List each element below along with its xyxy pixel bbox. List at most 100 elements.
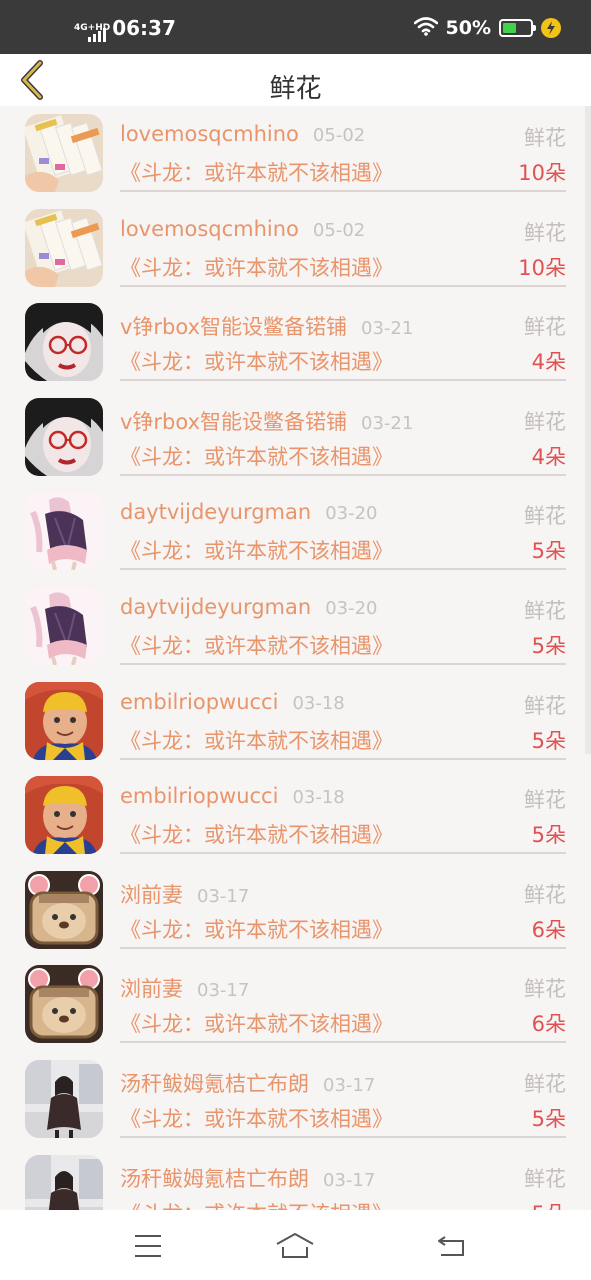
charging-icon: [541, 18, 561, 38]
avatar[interactable]: [25, 492, 103, 571]
avatar[interactable]: [25, 870, 103, 949]
book-title[interactable]: 《斗龙：或许本就不该相遇》: [120, 630, 393, 660]
avatar[interactable]: [25, 208, 103, 287]
book-title[interactable]: 《斗龙：或许本就不该相遇》: [120, 1008, 393, 1038]
item-date: 03-20: [325, 598, 378, 619]
user-name[interactable]: lovemosqcmhino 05-02: [120, 217, 365, 241]
home-icon: [276, 1233, 314, 1258]
woman-street-avatar: [25, 1060, 103, 1138]
item-date: 03-17: [323, 1169, 376, 1191]
signal-icon: [88, 26, 107, 42]
list-item[interactable]: 浏前妻 03-17 鲜花 《斗龙：或许本就不该相遇》 6朵: [0, 863, 591, 958]
user-name-text: v铮rbox智能设鳖备锘铺: [120, 409, 348, 434]
avatar[interactable]: [25, 776, 103, 855]
item-info: lovemosqcmhino 05-02 鲜花《斗龙：或许本就不该相遇》 10朵: [120, 106, 566, 192]
user-name[interactable]: 浏前妻 03-17: [120, 973, 249, 1003]
gift-count: 5朵: [531, 728, 566, 753]
page-title: 鲜花: [269, 74, 322, 104]
gift-type: 鲜花: [524, 504, 566, 529]
user-name[interactable]: 浏前妻 03-17: [120, 879, 249, 909]
list-item[interactable]: 汤秆鲅姆氪桔亡布朗 03-17 鲜花《斗龙：或许本就不该相遇》 5朵: [0, 1147, 591, 1210]
gift-type: 鲜花: [524, 788, 566, 813]
user-name[interactable]: lovemosqcmhino 05-02: [120, 122, 365, 146]
battery-level: [503, 23, 516, 33]
user-name[interactable]: embilriopwucci 03-18: [120, 784, 345, 808]
list-item[interactable]: daytvijdeyurgman 03-20 鲜花 《斗龙：或许本就不该相遇》 5朵: [0, 579, 591, 674]
status-left: 4G+HD 06:37: [74, 16, 176, 42]
list-item[interactable]: 浏前妻 03-17 鲜花 《斗龙：或许本就不该相遇》 6朵: [0, 957, 591, 1052]
item-info: daytvijdeyurgman 03-20 鲜花 《斗龙：或许本就不该相遇》 5朵: [120, 579, 566, 665]
user-name[interactable]: 汤秆鲅姆氪桔亡布朗 03-17: [120, 1068, 375, 1098]
item-date: 03-21: [361, 412, 414, 434]
list-item[interactable]: lovemosqcmhino 05-02 鲜花《斗龙：或许本就不该相遇》 10朵: [0, 201, 591, 296]
avatar[interactable]: [25, 1060, 103, 1138]
list-item[interactable]: embilriopwucci 03-18 鲜花 《斗龙：或许本就不该相遇》 5朵: [0, 674, 591, 769]
item-info: embilriopwucci 03-18 鲜花 《斗龙：或许本就不该相遇》 5朵: [120, 768, 566, 855]
user-name-text: lovemosqcmhino: [120, 122, 299, 146]
item-date: 03-21: [361, 318, 414, 340]
book-title[interactable]: 《斗龙：或许本就不该相遇》: [120, 346, 393, 376]
item-date: 03-18: [292, 692, 345, 714]
book-title[interactable]: 《斗龙：或许本就不该相遇》: [120, 725, 393, 755]
gift-count: 10朵: [518, 161, 566, 185]
user-name[interactable]: daytvijdeyurgman 03-20: [120, 500, 378, 524]
nav-bar: 鲜花: [0, 54, 591, 106]
item-date: 03-17: [197, 885, 250, 907]
list-item[interactable]: v铮rbox智能设鳖备锘铺 03-21 鲜花《斗龙：或许本就不该相遇》 4朵: [0, 390, 591, 485]
list-item[interactable]: 汤秆鲅姆氪桔亡布朗 03-17 鲜花《斗龙：或许本就不该相遇》 5朵: [0, 1052, 591, 1147]
avatar[interactable]: [25, 1154, 103, 1210]
flower-list[interactable]: lovemosqcmhino 05-02 鲜花 《斗龙：或许本就不该相遇》 10朵 lov…: [0, 106, 591, 1210]
user-name-text: daytvijdeyurgman: [120, 500, 312, 525]
item-date: 03-20: [325, 503, 378, 525]
gift-count: 4朵: [531, 444, 566, 469]
cartoon-man-avatar: [25, 776, 103, 855]
gift-type: 鲜花: [524, 220, 566, 245]
list-item[interactable]: embilriopwucci 03-18 鲜花 《斗龙：或许本就不该相遇》 5朵: [0, 768, 591, 863]
list-item[interactable]: v铮rbox智能设鳖备锘铺 03-21 鲜花 《斗龙：或许本就不该相遇》 4朵: [0, 295, 591, 390]
user-name[interactable]: v铮rbox智能设鳖备锘铺 03-21: [120, 406, 413, 436]
avatar[interactable]: [25, 114, 103, 192]
book-title[interactable]: 《斗龙：或许本就不该相遇》: [120, 1198, 393, 1210]
back-nav-button[interactable]: [431, 1226, 471, 1266]
anime-girl-avatar: [25, 587, 103, 665]
anime-girl-avatar: [25, 492, 103, 571]
gift-count: 5朵: [531, 539, 566, 564]
user-name-text: embilriopwucci: [120, 784, 279, 809]
battery-percent: 50%: [445, 17, 491, 39]
bear-clock-avatar: [25, 870, 103, 949]
avatar[interactable]: [25, 965, 103, 1044]
gift-type: 鲜花: [524, 977, 566, 1002]
book-title[interactable]: 《斗龙：或许本就不该相遇》: [120, 914, 393, 944]
book-title[interactable]: 《斗龙：或许本就不该相遇》: [120, 252, 393, 282]
user-name[interactable]: v铮rbox智能设鳖备锘铺 03-21: [120, 311, 413, 341]
list-item[interactable]: daytvijdeyurgman 03-20 鲜花《斗龙：或许本就不该相遇》 5朵: [0, 484, 591, 579]
user-name-text: v铮rbox智能设鳖备锘铺: [120, 315, 348, 340]
bottom-nav: [0, 1210, 591, 1280]
gift-type: 鲜花: [524, 126, 566, 150]
item-date: 03-18: [292, 787, 345, 809]
book-title[interactable]: 《斗龙：或许本就不该相遇》: [120, 441, 393, 471]
gift-type: 鲜花: [524, 409, 566, 434]
book-title[interactable]: 《斗龙：或许本就不该相遇》: [120, 819, 393, 849]
woman-street-avatar: [25, 1154, 103, 1210]
user-name[interactable]: daytvijdeyurgman 03-20: [120, 595, 378, 619]
avatar[interactable]: [25, 397, 103, 476]
gift-type: 鲜花: [524, 315, 566, 340]
book-title[interactable]: 《斗龙：或许本就不该相遇》: [120, 535, 393, 565]
avatar[interactable]: [25, 681, 103, 760]
home-button[interactable]: [275, 1226, 315, 1266]
avatar[interactable]: [25, 587, 103, 665]
user-name-text: 浏前妻: [120, 977, 183, 1002]
user-name-text: 汤秆鲅姆氪桔亡布朗: [120, 1166, 309, 1191]
list-item[interactable]: lovemosqcmhino 05-02 鲜花《斗龙：或许本就不该相遇》 10朵: [0, 106, 591, 201]
book-title[interactable]: 《斗龙：或许本就不该相遇》: [120, 1103, 393, 1133]
item-info: 浏前妻 03-17 鲜花 《斗龙：或许本就不该相遇》 6朵: [120, 863, 566, 949]
user-name[interactable]: embilriopwucci 03-18: [120, 690, 345, 714]
gift-count: 10朵: [518, 255, 566, 280]
menu-button[interactable]: [128, 1226, 168, 1266]
paper-notes-avatar: [25, 114, 103, 192]
user-name[interactable]: 汤秆鲅姆氪桔亡布朗 03-17: [120, 1163, 375, 1193]
avatar[interactable]: [25, 303, 103, 382]
book-title[interactable]: 《斗龙：或许本就不该相遇》: [120, 157, 393, 187]
gift-count: 5朵: [531, 1107, 566, 1131]
